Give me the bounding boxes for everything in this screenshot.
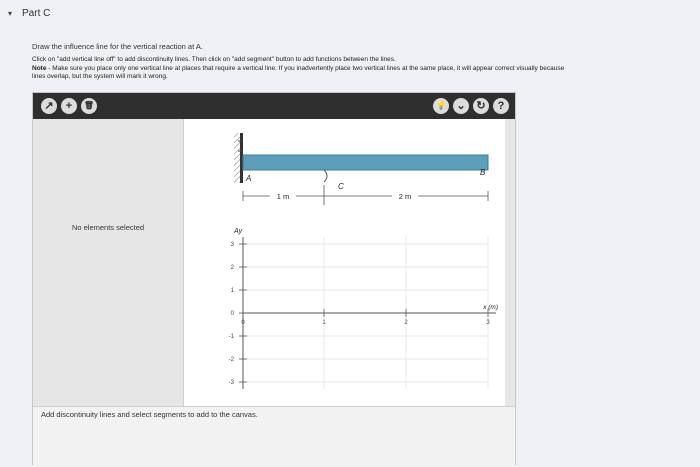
hint-button[interactable]: 💡 bbox=[433, 98, 449, 114]
label-c: C bbox=[338, 182, 344, 191]
part-title: Part C bbox=[22, 8, 51, 19]
drawing-canvas[interactable]: A C B 1 m 2 m 3 2 1 0 -1 -2 -3 0 1 2 3 A… bbox=[184, 119, 505, 406]
add-segment-button[interactable]: + bbox=[61, 98, 77, 114]
part-header[interactable]: ▾ Part C bbox=[8, 8, 50, 19]
dim-2m: 2 m bbox=[399, 192, 412, 201]
label-b: B bbox=[480, 168, 486, 177]
dim-1m: 1 m bbox=[277, 192, 290, 201]
help-button[interactable]: ? bbox=[493, 98, 509, 114]
label-a: A bbox=[245, 174, 251, 183]
hinge-c bbox=[323, 169, 328, 183]
y-tick-label: 2 bbox=[231, 265, 235, 271]
y-tick-label: -2 bbox=[229, 357, 235, 363]
instruction-line-2: Note - Make sure you place only one vert… bbox=[32, 65, 697, 74]
y-tick-label: 3 bbox=[231, 242, 235, 248]
y-axis-label: Ay bbox=[233, 228, 243, 235]
status-message: Add discontinuity lines and select segme… bbox=[41, 410, 258, 419]
toolbar: ↗ + 🗑 💡 ⌄ ↻ ? bbox=[33, 93, 515, 119]
note-text: - Make sure you place only one vertical … bbox=[46, 64, 565, 72]
question-prompt: Draw the influence line for the vertical… bbox=[32, 42, 203, 51]
y-tick-label: -1 bbox=[229, 334, 235, 340]
instructions: Click on "add vertical line off" to add … bbox=[32, 56, 697, 82]
x-axis-label: x (m) bbox=[482, 304, 498, 311]
drawing-tool: ↗ + 🗑 💡 ⌄ ↻ ? No elements selected A C B… bbox=[32, 92, 516, 467]
x-tick-label: 0 bbox=[241, 320, 245, 326]
collapse-caret-icon[interactable]: ▾ bbox=[8, 9, 12, 18]
y-tick-label: -3 bbox=[229, 380, 235, 386]
x-tick-label: 3 bbox=[486, 320, 490, 326]
selection-status: No elements selected bbox=[71, 223, 145, 232]
dropdown-button[interactable]: ⌄ bbox=[453, 98, 469, 114]
x-tick-label: 2 bbox=[404, 320, 408, 326]
status-bar: Add discontinuity lines and select segme… bbox=[33, 406, 515, 467]
element-panel: No elements selected bbox=[33, 119, 184, 406]
reset-button[interactable]: ↻ bbox=[473, 98, 489, 114]
add-vertical-line-button[interactable]: ↗ bbox=[41, 98, 57, 114]
instruction-line-3: lines overlap, but the system will mark … bbox=[32, 73, 168, 80]
y-tick-label: 1 bbox=[231, 288, 235, 294]
x-tick-label: 1 bbox=[322, 320, 326, 326]
canvas-svg[interactable]: A C B 1 m 2 m 3 2 1 0 -1 -2 -3 0 1 2 3 A… bbox=[184, 119, 505, 406]
beam bbox=[242, 154, 489, 171]
y-tick-label: 0 bbox=[231, 311, 235, 317]
note-label: Note bbox=[32, 64, 47, 72]
instruction-line-1: Click on "add vertical line off" to add … bbox=[32, 56, 396, 63]
delete-button[interactable]: 🗑 bbox=[81, 98, 97, 114]
